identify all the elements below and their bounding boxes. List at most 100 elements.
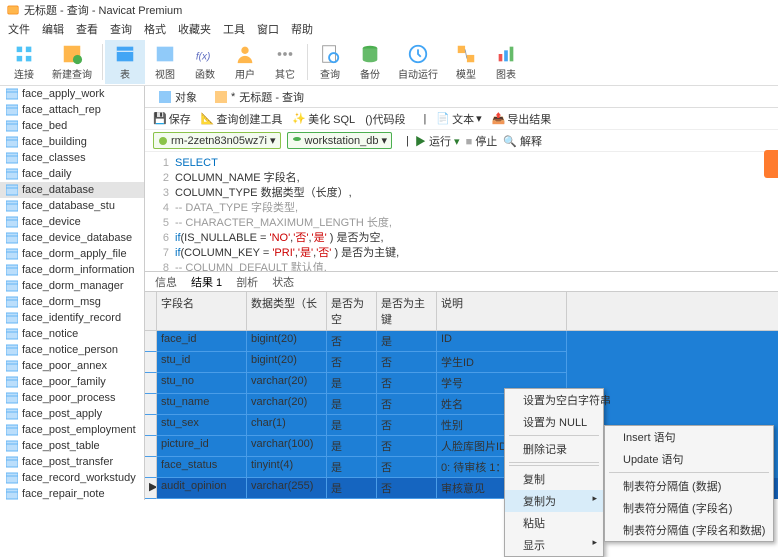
- sidebar-item-face_notice[interactable]: face_notice: [0, 326, 144, 342]
- sidebar-item-face_apply_work[interactable]: face_apply_work: [0, 86, 144, 102]
- menu-查询[interactable]: 查询: [110, 21, 132, 37]
- table-row[interactable]: stu_idbigint(20)否否学生ID: [145, 352, 778, 373]
- stop-button[interactable]: ■ 停止: [466, 133, 498, 149]
- table-icon: [6, 456, 18, 468]
- sidebar-item-face_classes[interactable]: face_classes: [0, 150, 144, 166]
- sidebar-item-face_post_transfer[interactable]: face_post_transfer: [0, 454, 144, 470]
- menu-编辑[interactable]: 编辑: [42, 21, 64, 37]
- col-header[interactable]: 字段名: [157, 292, 247, 330]
- result-tab-3[interactable]: 状态: [272, 274, 294, 290]
- menu-格式[interactable]: 格式: [144, 21, 166, 37]
- export-button[interactable]: 📤 导出结果: [492, 111, 552, 127]
- connect-button[interactable]: 连接: [4, 40, 44, 84]
- titlebar: 无标题 - 查询 - Navicat Premium: [0, 0, 778, 20]
- sidebar-item-face_identify_record[interactable]: face_identify_record: [0, 310, 144, 326]
- sidebar-item-face_post_employment[interactable]: face_post_employment: [0, 422, 144, 438]
- sidebar-item-face_post_apply[interactable]: face_post_apply: [0, 406, 144, 422]
- menu-工具[interactable]: 工具: [223, 21, 245, 37]
- auto-button[interactable]: 自动运行: [390, 40, 446, 84]
- table-icon: [6, 152, 18, 164]
- side-handle[interactable]: [764, 150, 778, 178]
- result-tab-0[interactable]: 信息: [155, 274, 177, 290]
- view-icon: [154, 43, 176, 65]
- sidebar-item-face_bed[interactable]: face_bed: [0, 118, 144, 134]
- col-header[interactable]: 数据类型（长: [247, 292, 327, 330]
- ctx-item[interactable]: 显示: [505, 534, 603, 556]
- sidebar-item-face_poor_family[interactable]: face_poor_family: [0, 374, 144, 390]
- ctx-item[interactable]: 复制为: [505, 490, 603, 512]
- menu-窗口[interactable]: 窗口: [257, 21, 279, 37]
- ctx-sub-item[interactable]: 制表符分隔值 (数据): [605, 475, 773, 497]
- table-icon: [159, 91, 171, 103]
- model-button[interactable]: 模型: [446, 40, 486, 84]
- query-button[interactable]: 查询: [310, 40, 350, 84]
- sidebar-item-face_record_workstudy[interactable]: face_record_workstudy: [0, 470, 144, 486]
- ctx-sub-item[interactable]: Insert 语句: [605, 426, 773, 448]
- sidebar-item-face_notice_person[interactable]: face_notice_person: [0, 342, 144, 358]
- user-button[interactable]: 用户: [225, 40, 265, 84]
- func-button[interactable]: f(x)函数: [185, 40, 225, 84]
- other-button[interactable]: 其它: [265, 40, 305, 84]
- ctx-item[interactable]: 粘贴: [505, 512, 603, 534]
- menu-帮助[interactable]: 帮助: [291, 21, 313, 37]
- codeseg-button[interactable]: ()代码段: [365, 111, 405, 127]
- ctx-sub-item[interactable]: 制表符分隔值 (字段名): [605, 497, 773, 519]
- db-selector[interactable]: workstation_db ▾: [287, 132, 393, 149]
- menu-收藏夹[interactable]: 收藏夹: [178, 21, 211, 37]
- view-button[interactable]: 视图: [145, 40, 185, 84]
- sidebar-item-face_dorm_msg[interactable]: face_dorm_msg: [0, 294, 144, 310]
- ctx-item[interactable]: 删除记录: [505, 438, 603, 460]
- ctx-item[interactable]: 设置为 NULL: [505, 411, 603, 433]
- menu-查看[interactable]: 查看: [76, 21, 98, 37]
- table-icon: [6, 248, 18, 260]
- sql-editor[interactable]: 1SELECT2 COLUMN_NAME 字段名,3 COLUMN_TYPE 数…: [145, 152, 778, 272]
- ctx-sub-item[interactable]: Update 语句: [605, 448, 773, 470]
- col-header[interactable]: 说明: [437, 292, 567, 330]
- text-button[interactable]: 📄 文本 ▾: [436, 111, 481, 127]
- builder-button[interactable]: 📐 查询创建工具: [201, 111, 283, 127]
- sidebar-item-face_dorm_manager[interactable]: face_dorm_manager: [0, 278, 144, 294]
- col-header[interactable]: 是否为空: [327, 292, 377, 330]
- sidebar-item-face_daily[interactable]: face_daily: [0, 166, 144, 182]
- sidebar-item-face_poor_process[interactable]: face_poor_process: [0, 390, 144, 406]
- menu-文件[interactable]: 文件: [8, 21, 30, 37]
- sidebar-item-face_database_stu[interactable]: face_database_stu: [0, 198, 144, 214]
- ctx-item[interactable]: 复制: [505, 468, 603, 490]
- result-tab-1[interactable]: 结果 1: [191, 274, 222, 290]
- result-tab-2[interactable]: 剖析: [236, 274, 258, 290]
- table-button[interactable]: 表: [105, 40, 145, 84]
- tab-objects[interactable]: 对象: [153, 87, 203, 107]
- sidebar: face_apply_workface_attach_repface_bedfa…: [0, 86, 145, 500]
- chart-button[interactable]: 图表: [486, 40, 526, 84]
- ctx-sub-item[interactable]: 制表符分隔值 (字段名和数据): [605, 519, 773, 541]
- sidebar-item-face_device[interactable]: face_device: [0, 214, 144, 230]
- save-button[interactable]: 💾 保存: [153, 111, 191, 127]
- tab-query[interactable]: * 无标题 - 查询: [209, 87, 310, 107]
- ctx-item[interactable]: 设置为空白字符串: [505, 389, 603, 411]
- newquery-button[interactable]: 新建查询: [44, 40, 100, 84]
- table-row[interactable]: stu_novarchar(20)是否学号: [145, 373, 778, 394]
- table-icon: [6, 184, 18, 196]
- sidebar-item-face_poor_annex[interactable]: face_poor_annex: [0, 358, 144, 374]
- connection-bar: rm-2zetn83n05wz7i ▾ workstation_db ▾ | ▶…: [145, 130, 778, 152]
- server-selector[interactable]: rm-2zetn83n05wz7i ▾: [153, 132, 281, 149]
- table-icon: [6, 296, 18, 308]
- sidebar-item-face_dorm_apply_file[interactable]: face_dorm_apply_file: [0, 246, 144, 262]
- explain-button[interactable]: 🔍 解释: [503, 133, 542, 149]
- run-button[interactable]: ▶ 运行 ▾: [415, 133, 460, 149]
- beautify-button[interactable]: ✨ 美化 SQL: [292, 111, 355, 127]
- backup-button[interactable]: 备份: [350, 40, 390, 84]
- sidebar-item-face_repair_note[interactable]: face_repair_note: [0, 486, 144, 500]
- sidebar-item-face_building[interactable]: face_building: [0, 134, 144, 150]
- table-row[interactable]: face_idbigint(20)否是ID: [145, 331, 778, 352]
- col-header[interactable]: 是否为主键: [377, 292, 437, 330]
- table-icon: [6, 328, 18, 340]
- sidebar-item-face_attach_rep[interactable]: face_attach_rep: [0, 102, 144, 118]
- table-row[interactable]: stu_namevarchar(20)是否姓名: [145, 394, 778, 415]
- sidebar-item-face_dorm_information[interactable]: face_dorm_information: [0, 262, 144, 278]
- table-icon: [6, 232, 18, 244]
- sidebar-item-face_database[interactable]: face_database: [0, 182, 144, 198]
- sidebar-item-face_device_database[interactable]: face_device_database: [0, 230, 144, 246]
- table-icon: [6, 88, 18, 100]
- sidebar-item-face_post_table[interactable]: face_post_table: [0, 438, 144, 454]
